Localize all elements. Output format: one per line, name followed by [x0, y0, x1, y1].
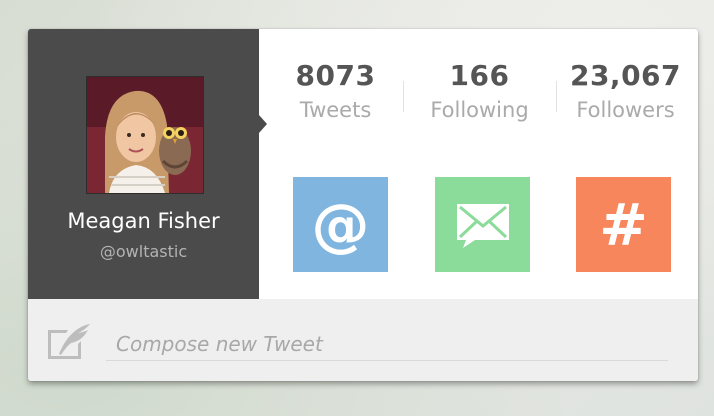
avatar-photo — [87, 77, 203, 193]
discover-hashtag-button[interactable]: # — [576, 177, 671, 272]
stat-label: Followers — [576, 98, 675, 122]
compose-bar — [28, 299, 698, 381]
stat-divider — [403, 81, 404, 112]
stat-tweets[interactable]: 8073 Tweets — [263, 59, 408, 122]
avatar[interactable] — [86, 76, 204, 194]
stat-value: 23,067 — [569, 59, 682, 92]
profile-card: Meagan Fisher @owltastic 8073 Tweets 166… — [28, 29, 698, 381]
hashtag-icon: # — [599, 190, 648, 259]
profile-name: Meagan Fisher — [67, 209, 220, 233]
stat-label: Tweets — [299, 98, 372, 122]
at-sign-icon: @ — [311, 190, 370, 259]
mentions-button[interactable]: @ — [293, 177, 388, 272]
stat-label: Following — [430, 98, 529, 122]
profile-handle[interactable]: @owltastic — [28, 242, 259, 261]
stat-following[interactable]: 166 Following — [407, 59, 552, 122]
profile-panel: Meagan Fisher @owltastic — [28, 29, 259, 299]
stat-followers[interactable]: 23,067 Followers — [553, 59, 698, 122]
stat-value: 8073 — [295, 59, 376, 92]
envelope-icon — [456, 203, 509, 248]
compose-tweet-input[interactable] — [106, 327, 668, 361]
quill-icon[interactable] — [44, 322, 94, 362]
stat-value: 166 — [449, 59, 510, 92]
messages-button[interactable] — [435, 177, 530, 272]
